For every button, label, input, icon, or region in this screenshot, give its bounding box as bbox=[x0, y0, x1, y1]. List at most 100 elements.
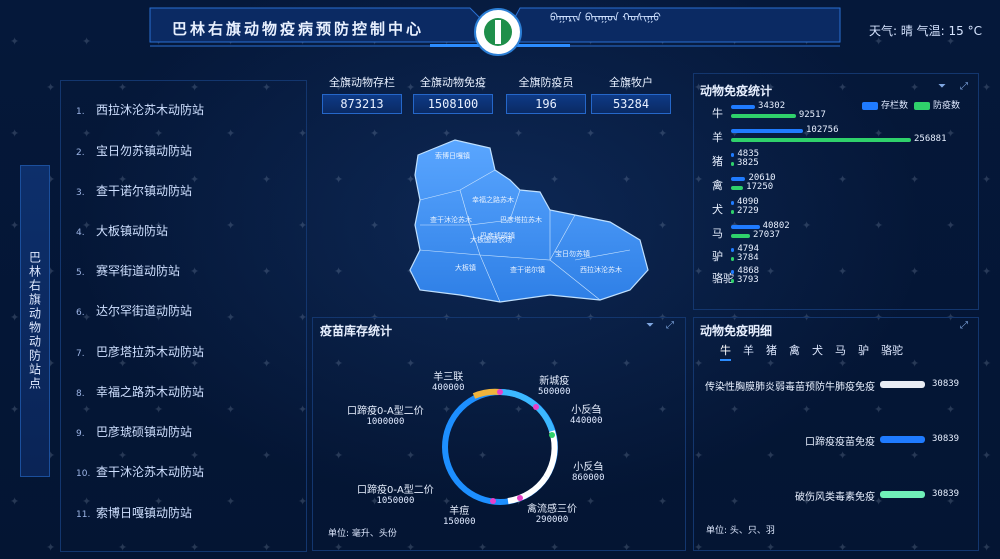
district-map: 索博日嘎镇幸福之路苏木巴彦琥硕镇查干沐沦苏木 巴彦塔拉苏木大板镇大板国营农场查干诺… bbox=[409, 139, 649, 303]
stock-bar[interactable] bbox=[731, 225, 760, 229]
expand-icon[interactable]: ⤢ bbox=[960, 81, 968, 92]
station-item[interactable]: 1. 西拉沐沦苏木动防站 bbox=[76, 101, 204, 118]
vaccinated-bar[interactable] bbox=[731, 186, 744, 190]
filter-icon[interactable]: ⏷ bbox=[646, 320, 654, 331]
station-name: 索博日嘎镇动防站 bbox=[96, 506, 193, 520]
vaccine-item[interactable]: 小反刍 860000 bbox=[572, 458, 605, 483]
detail-bar[interactable] bbox=[880, 436, 925, 443]
station-item[interactable]: 7. 巴彦塔拉苏木动防站 bbox=[76, 343, 204, 360]
vaccine-item[interactable]: 新城疫 500000 bbox=[538, 372, 571, 397]
detail-tab[interactable]: 马 bbox=[835, 344, 846, 357]
filter-icon[interactable]: ⏷ bbox=[938, 81, 946, 92]
vaccine-item[interactable]: 小反刍 440000 bbox=[570, 401, 603, 426]
stat-label: 全旗牧户 bbox=[609, 76, 653, 89]
stat-card: 全旗牧户 53284 bbox=[591, 74, 671, 114]
station-item[interactable]: 9. 巴彦琥硕镇动防站 bbox=[76, 423, 192, 440]
stat-card: 全旗防疫员 196 bbox=[506, 74, 586, 114]
category-label: 牛 bbox=[712, 107, 723, 120]
vaccine-value: 290000 bbox=[535, 515, 569, 525]
detail-tabs: 牛羊猪禽犬马驴骆驼 bbox=[720, 342, 915, 361]
vaccine-item[interactable]: 口蹄疫0-A型二价 1000000 bbox=[347, 402, 424, 427]
station-item[interactable]: 2. 宝日勿苏镇动防站 bbox=[76, 142, 192, 159]
station-number: 5. bbox=[76, 268, 85, 278]
bar-value-label: 256881 bbox=[914, 134, 947, 144]
category-label: 羊 bbox=[712, 131, 723, 144]
bar-value-label: 3793 bbox=[737, 275, 759, 285]
vaccine-name: 禽流感三价 bbox=[527, 504, 577, 515]
detail-tab[interactable]: 猪 bbox=[766, 344, 777, 357]
expand-icon[interactable]: ⤢ bbox=[666, 320, 674, 331]
bar-value-label: 2729 bbox=[737, 206, 759, 216]
map-region-label[interactable]: 宝日勿苏镇 bbox=[555, 249, 590, 258]
station-item[interactable]: 6. 达尔罕街道动防站 bbox=[76, 302, 192, 319]
stations-tab[interactable]: 巴林右旗动物动防站点 bbox=[20, 165, 50, 477]
vaccinated-bar[interactable] bbox=[731, 138, 911, 142]
station-item[interactable]: 4. 大板镇动防站 bbox=[76, 222, 168, 239]
detail-bar[interactable] bbox=[880, 491, 925, 498]
vaccine-name: 羊三联 bbox=[433, 372, 464, 383]
detail-tab[interactable]: 羊 bbox=[743, 344, 754, 357]
organization-logo bbox=[474, 8, 522, 56]
stock-bar[interactable] bbox=[731, 129, 803, 133]
bar-value-label: 3784 bbox=[737, 253, 759, 263]
vaccinated-bar[interactable] bbox=[731, 279, 734, 283]
category-label: 驴 bbox=[712, 250, 723, 263]
stock-bar[interactable] bbox=[731, 105, 756, 109]
map-region-label[interactable]: 索博日嘎镇 bbox=[435, 151, 470, 160]
station-name: 巴彦琥硕镇动防站 bbox=[96, 425, 193, 439]
vaccine-item[interactable]: 羊三联 400000 bbox=[432, 368, 465, 393]
detail-tab[interactable]: 牛 bbox=[720, 344, 731, 361]
map-region-label[interactable]: 巴彦塔拉苏木 bbox=[500, 215, 542, 224]
detail-row-label: 传染性胸膜肺炎弱毒苗预防牛肺疫免疫 bbox=[705, 382, 875, 393]
map-region-label[interactable]: 查干沐沦苏木 bbox=[430, 215, 472, 224]
station-number: 10. bbox=[76, 469, 91, 479]
station-item[interactable]: 11. 索博日嘎镇动防站 bbox=[76, 504, 192, 521]
vaccine-value: 1050000 bbox=[376, 496, 415, 506]
map-region-label[interactable]: 大板国营农场 bbox=[470, 235, 512, 244]
stock-bar[interactable] bbox=[731, 177, 746, 181]
category-label: 马 bbox=[712, 227, 723, 240]
vaccine-item[interactable]: 口蹄疫0-A型二价 1050000 bbox=[357, 481, 434, 506]
stat-value: 873213 bbox=[322, 94, 402, 114]
station-item[interactable]: 8. 幸福之路苏木动防站 bbox=[76, 383, 204, 400]
vaccinated-bar[interactable] bbox=[731, 162, 734, 166]
header: 巴林右旗动物疫病预防控制中心 ᠪᠠᠭᠠᠷᠢᠨ ᠪᠠᠷᠠᠭᠤᠨ ᠬᠣᠰᠢᠭᠤ 天气… bbox=[0, 0, 1000, 60]
detail-tab[interactable]: 驴 bbox=[858, 344, 869, 357]
station-item[interactable]: 5. 赛罕街道动防站 bbox=[76, 262, 180, 279]
detail-tab[interactable]: 骆驼 bbox=[881, 344, 903, 357]
station-number: 8. bbox=[76, 389, 85, 399]
bar-value-label: 17250 bbox=[746, 182, 774, 192]
bar-value-label: 27037 bbox=[752, 230, 781, 240]
vaccinated-bar[interactable] bbox=[731, 114, 796, 118]
stat-card: 全旗动物免疫 1508100 bbox=[413, 74, 493, 114]
vaccinated-bar[interactable] bbox=[731, 234, 750, 238]
station-item[interactable]: 10. 查干沐沦苏木动防站 bbox=[76, 463, 204, 480]
map-region-label[interactable]: 幸福之路苏木 bbox=[472, 195, 514, 204]
vaccine-item[interactable]: 羊痘 150000 bbox=[443, 502, 476, 527]
station-item[interactable]: 3. 查干诺尔镇动防站 bbox=[76, 182, 192, 199]
vaccine-unit: 单位: 毫升、头份 bbox=[328, 529, 397, 539]
vaccine-value: 500000 bbox=[538, 387, 571, 397]
detail-unit: 单位: 头、只、羽 bbox=[706, 526, 775, 536]
detail-tab[interactable]: 犬 bbox=[812, 344, 823, 357]
stock-bar[interactable] bbox=[731, 201, 734, 205]
stat-value: 196 bbox=[506, 94, 586, 114]
vaccine-title: 疫苗库存统计 bbox=[320, 324, 393, 338]
detail-row-label: 口蹄疫疫苗免疫 bbox=[805, 437, 875, 448]
map-region-label[interactable]: 大板镇 bbox=[455, 263, 476, 272]
vaccine-item[interactable]: 禽流感三价 290000 bbox=[527, 500, 577, 525]
detail-title: 动物免疫明细 bbox=[700, 324, 773, 338]
station-number: 1. bbox=[76, 107, 85, 117]
stat-label: 全旗动物免疫 bbox=[420, 76, 486, 89]
map-region-label[interactable]: 西拉沐沦苏木 bbox=[580, 265, 622, 274]
detail-tab[interactable]: 禽 bbox=[789, 344, 800, 357]
detail-bar[interactable] bbox=[880, 381, 925, 388]
station-number: 2. bbox=[76, 148, 85, 158]
vaccinated-bar[interactable] bbox=[731, 210, 734, 214]
vaccine-name: 口蹄疫0-A型二价 bbox=[347, 406, 424, 417]
vaccinated-bar[interactable] bbox=[731, 257, 734, 261]
station-name: 查干诺尔镇动防站 bbox=[96, 184, 193, 198]
map-region-label[interactable]: 查干诺尔镇 bbox=[510, 265, 545, 274]
expand-icon[interactable]: ⤢ bbox=[960, 320, 968, 331]
station-number: 7. bbox=[76, 349, 85, 359]
